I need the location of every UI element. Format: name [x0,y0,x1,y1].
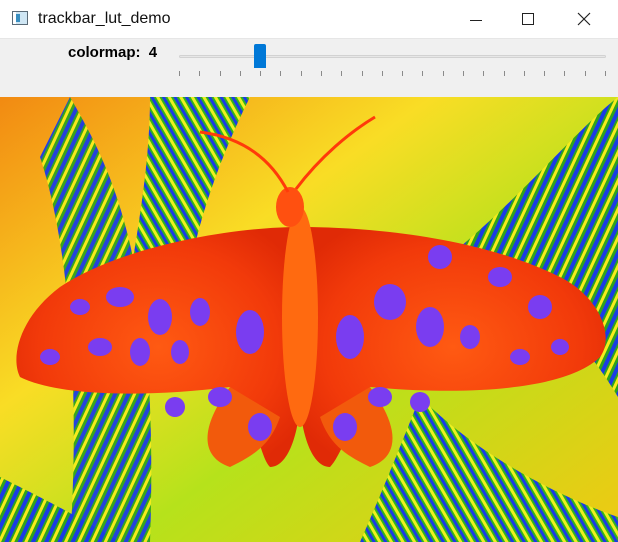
trackbar-tick [321,71,322,76]
trackbar-tick [362,71,363,76]
trackbar-thumb[interactable] [254,44,266,68]
trackbar-value: 4 [148,44,158,61]
trackbar-tick [605,71,606,76]
trackbar-tick [564,71,565,76]
trackbar-tick [260,71,261,76]
trackbar-tick [402,71,403,76]
maximize-button[interactable] [502,0,554,38]
window-app-icon [12,11,28,25]
colormapped-image [0,97,618,542]
maximize-icon [522,13,534,25]
trackbar-tick [199,71,200,76]
title-bar[interactable]: trackbar_lut_demo [0,0,618,39]
trackbar-tick [463,71,464,76]
trackbar-tick [504,71,505,76]
trackbar-tick [422,71,423,76]
trackbar-tick [382,71,383,76]
trackbar-tick [443,71,444,76]
trackbar-tick [240,71,241,76]
close-button[interactable] [558,0,610,38]
trackbar-label: colormap: 4 [68,44,157,61]
minimize-button[interactable] [450,0,502,38]
trackbar-name: colormap: [68,44,145,61]
trackbar-tick [585,71,586,76]
trackbar-tick [524,71,525,76]
trackbar-panel: colormap: 4 [0,39,618,97]
butterfly-image [0,97,618,542]
minimize-icon [470,19,482,21]
trackbar-tick [220,71,221,76]
window-title: trackbar_lut_demo [38,10,171,27]
trackbar-tick [341,71,342,76]
trackbar-ticks [179,71,606,77]
trackbar-track[interactable] [179,55,606,58]
trackbar-tick [179,71,180,76]
trackbar-tick [280,71,281,76]
trackbar-tick [483,71,484,76]
close-icon [577,12,591,26]
trackbar-tick [544,71,545,76]
app-window: trackbar_lut_demo colormap: 4 [0,0,618,542]
trackbar-tick [301,71,302,76]
